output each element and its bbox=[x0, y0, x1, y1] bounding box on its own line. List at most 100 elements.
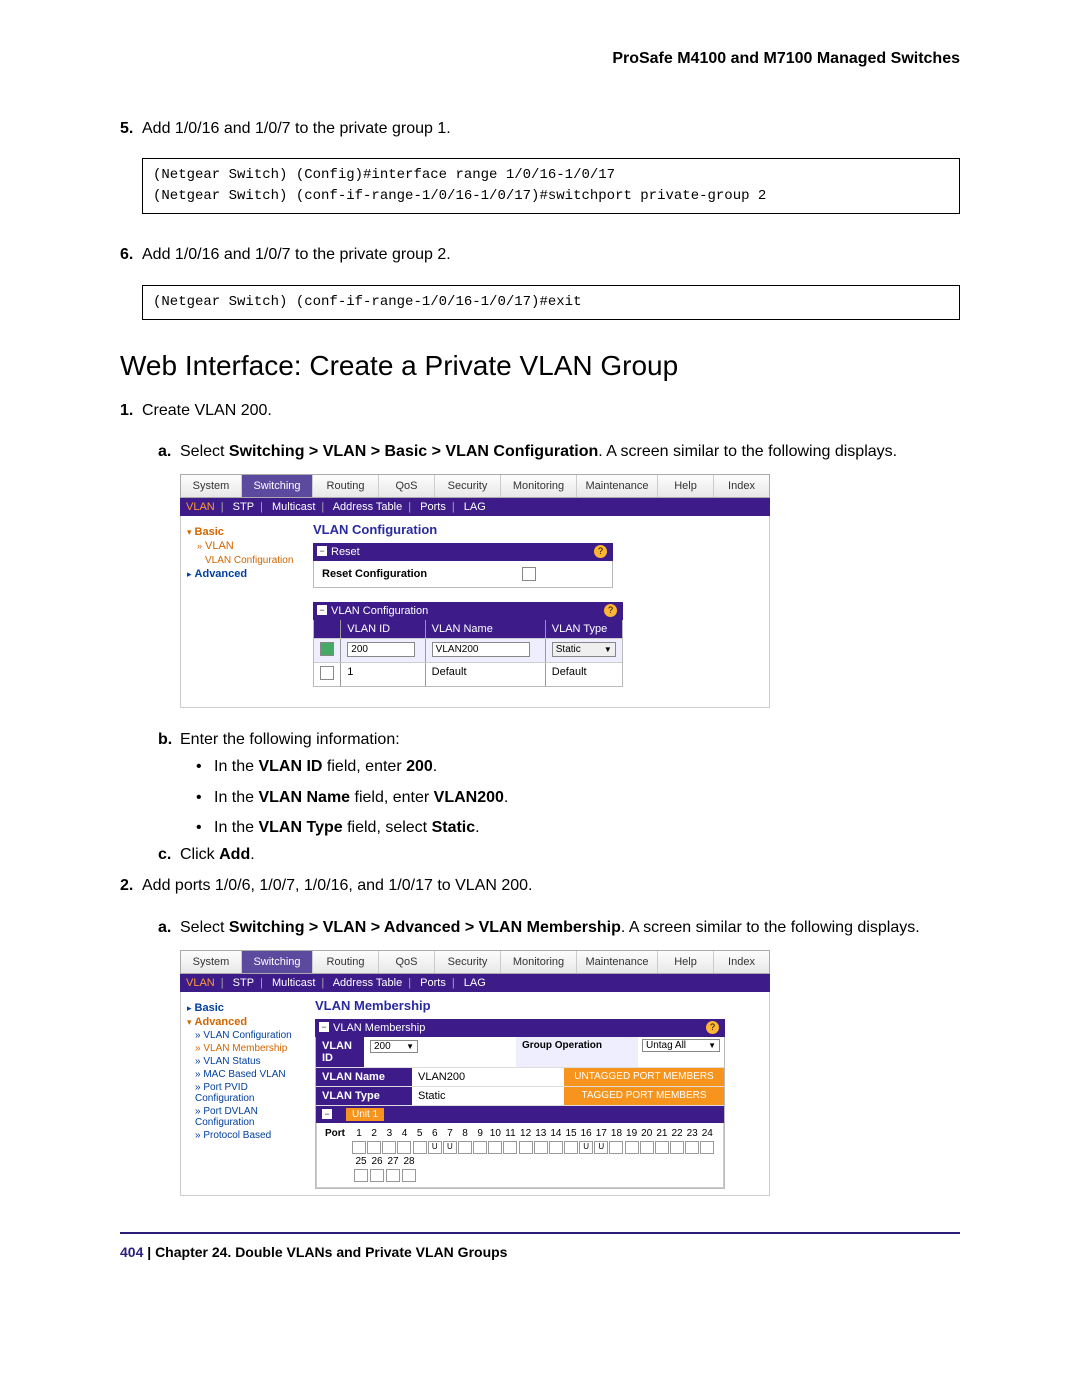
help-icon-2[interactable]: ? bbox=[604, 604, 617, 617]
tab-monitoring-2[interactable]: Monitoring bbox=[501, 951, 577, 973]
port-box-12[interactable] bbox=[519, 1141, 533, 1154]
vlan-name-1: Default bbox=[426, 663, 546, 686]
port-box-19[interactable] bbox=[625, 1141, 639, 1154]
side-vlan-status[interactable]: » VLAN Status bbox=[195, 1056, 299, 1067]
collapse-icon-2[interactable]: − bbox=[317, 605, 327, 615]
tab-system-2[interactable]: System bbox=[181, 951, 242, 973]
subtab-lag[interactable]: LAG bbox=[464, 501, 486, 513]
side-vlan-conf-2[interactable]: » VLAN Configuration bbox=[195, 1030, 299, 1041]
subtab-lag-2[interactable]: LAG bbox=[464, 977, 486, 989]
port-box-13[interactable] bbox=[534, 1141, 548, 1154]
port-box-23[interactable] bbox=[685, 1141, 699, 1154]
port-box-6[interactable] bbox=[428, 1141, 442, 1154]
port-num: 13 bbox=[533, 1127, 548, 1141]
side-advanced[interactable]: ▸Advanced bbox=[187, 568, 297, 580]
subtab-ports[interactable]: Ports bbox=[420, 501, 446, 513]
port-box-4[interactable] bbox=[397, 1141, 411, 1154]
tab-maintenance-2[interactable]: Maintenance bbox=[577, 951, 658, 973]
port-box-8[interactable] bbox=[458, 1141, 472, 1154]
port-box-2[interactable] bbox=[367, 1141, 381, 1154]
port-num: 3 bbox=[382, 1127, 397, 1141]
reset-checkbox[interactable] bbox=[522, 567, 536, 581]
group-op-select[interactable]: Untag All▼ bbox=[642, 1039, 720, 1052]
port-box-1[interactable] bbox=[352, 1141, 366, 1154]
row-checkbox-1[interactable] bbox=[320, 666, 334, 680]
port-box-5[interactable] bbox=[413, 1141, 427, 1154]
subtab-vlan[interactable]: VLAN bbox=[186, 501, 215, 513]
port-box-26[interactable] bbox=[370, 1169, 384, 1182]
side-mac-vlan[interactable]: » MAC Based VLAN bbox=[195, 1069, 299, 1080]
port-box-28[interactable] bbox=[402, 1169, 416, 1182]
subtab-vlan-2[interactable]: VLAN bbox=[186, 977, 215, 989]
footer-chapter: Chapter 24. Double VLANs and Private VLA… bbox=[155, 1244, 507, 1260]
tab-qos-2[interactable]: QoS bbox=[379, 951, 435, 973]
step-1a-suf: . A screen similar to the following disp… bbox=[598, 443, 897, 460]
tab-switching-2[interactable]: Switching bbox=[242, 951, 313, 973]
vlan-id-select[interactable]: 200▼ bbox=[370, 1040, 418, 1053]
section-heading: Web Interface: Create a Private VLAN Gro… bbox=[120, 350, 960, 382]
vlan-type-select[interactable]: Static▼ bbox=[552, 642, 616, 657]
port-box-9[interactable] bbox=[473, 1141, 487, 1154]
tab-index[interactable]: Index bbox=[714, 475, 769, 497]
vlan-name-val: VLAN200 bbox=[412, 1068, 564, 1086]
tab-qos[interactable]: QoS bbox=[379, 475, 435, 497]
collapse-icon[interactable]: − bbox=[317, 546, 327, 556]
tab-switching[interactable]: Switching bbox=[242, 475, 313, 497]
side-vlan-mem[interactable]: » VLAN Membership bbox=[195, 1043, 299, 1054]
port-box-17[interactable] bbox=[594, 1141, 608, 1154]
tab-index-2[interactable]: Index bbox=[714, 951, 769, 973]
subtab-ports-2[interactable]: Ports bbox=[420, 977, 446, 989]
unit-btn[interactable]: Unit 1 bbox=[346, 1108, 384, 1121]
side-advanced-2[interactable]: ▾Advanced bbox=[187, 1016, 299, 1028]
port-box-25[interactable] bbox=[354, 1169, 368, 1182]
port-box-11[interactable] bbox=[503, 1141, 517, 1154]
vlan-name-input[interactable]: VLAN200 bbox=[432, 642, 530, 657]
port-box-20[interactable] bbox=[640, 1141, 654, 1154]
vlan-id-input[interactable]: 200 bbox=[347, 642, 415, 657]
tab-security[interactable]: Security bbox=[435, 475, 501, 497]
subtab-addrtable-2[interactable]: Address Table bbox=[333, 977, 403, 989]
chevron-down-icon: ▼ bbox=[604, 645, 612, 654]
collapse-icon-4[interactable]: − bbox=[322, 1109, 332, 1119]
tab-monitoring[interactable]: Monitoring bbox=[501, 475, 577, 497]
port-box-24[interactable] bbox=[700, 1141, 714, 1154]
port-box-3[interactable] bbox=[382, 1141, 396, 1154]
side-basic[interactable]: ▾Basic bbox=[187, 526, 297, 538]
subtab-stp-2[interactable]: STP bbox=[233, 977, 254, 989]
collapse-icon-3[interactable]: − bbox=[319, 1022, 329, 1032]
tab-help-2[interactable]: Help bbox=[658, 951, 714, 973]
help-icon-3[interactable]: ? bbox=[706, 1021, 719, 1034]
tab-routing[interactable]: Routing bbox=[313, 475, 379, 497]
side-basic-2[interactable]: ▸Basic bbox=[187, 1002, 299, 1014]
side-vlan-conf2[interactable]: VLAN Configuration bbox=[205, 554, 297, 566]
port-box-27[interactable] bbox=[386, 1169, 400, 1182]
subtab-stp[interactable]: STP bbox=[233, 501, 254, 513]
port-box-15[interactable] bbox=[564, 1141, 578, 1154]
side-mac-vlan-label: MAC Based VLAN bbox=[203, 1069, 285, 1080]
tagged-btn[interactable]: TAGGED PORT MEMBERS bbox=[564, 1087, 724, 1105]
tab-routing-2[interactable]: Routing bbox=[313, 951, 379, 973]
row-checkbox-new[interactable] bbox=[320, 642, 334, 656]
step-2a-pre: Select bbox=[180, 919, 229, 936]
port-box-18[interactable] bbox=[609, 1141, 623, 1154]
untagged-btn[interactable]: UNTAGGED PORT MEMBERS bbox=[564, 1068, 724, 1086]
port-box-14[interactable] bbox=[549, 1141, 563, 1154]
tab-help[interactable]: Help bbox=[658, 475, 714, 497]
help-icon[interactable]: ? bbox=[594, 545, 607, 558]
tab-security-2[interactable]: Security bbox=[435, 951, 501, 973]
port-box-22[interactable] bbox=[670, 1141, 684, 1154]
port-num: 15 bbox=[563, 1127, 578, 1141]
subtab-addrtable[interactable]: Address Table bbox=[333, 501, 403, 513]
port-box-21[interactable] bbox=[655, 1141, 669, 1154]
side-port-pvid[interactable]: » Port PVID Configuration bbox=[195, 1082, 299, 1104]
tab-maintenance[interactable]: Maintenance bbox=[577, 475, 658, 497]
port-box-16[interactable] bbox=[579, 1141, 593, 1154]
side-port-dvlan[interactable]: » Port DVLAN Configuration bbox=[195, 1106, 299, 1128]
side-vlan-conf[interactable]: »VLAN bbox=[197, 540, 297, 552]
port-box-10[interactable] bbox=[488, 1141, 502, 1154]
port-box-7[interactable] bbox=[443, 1141, 457, 1154]
subtab-multicast[interactable]: Multicast bbox=[272, 501, 315, 513]
tab-system[interactable]: System bbox=[181, 475, 242, 497]
side-protocol[interactable]: » Protocol Based bbox=[195, 1130, 299, 1141]
subtab-multicast-2[interactable]: Multicast bbox=[272, 977, 315, 989]
